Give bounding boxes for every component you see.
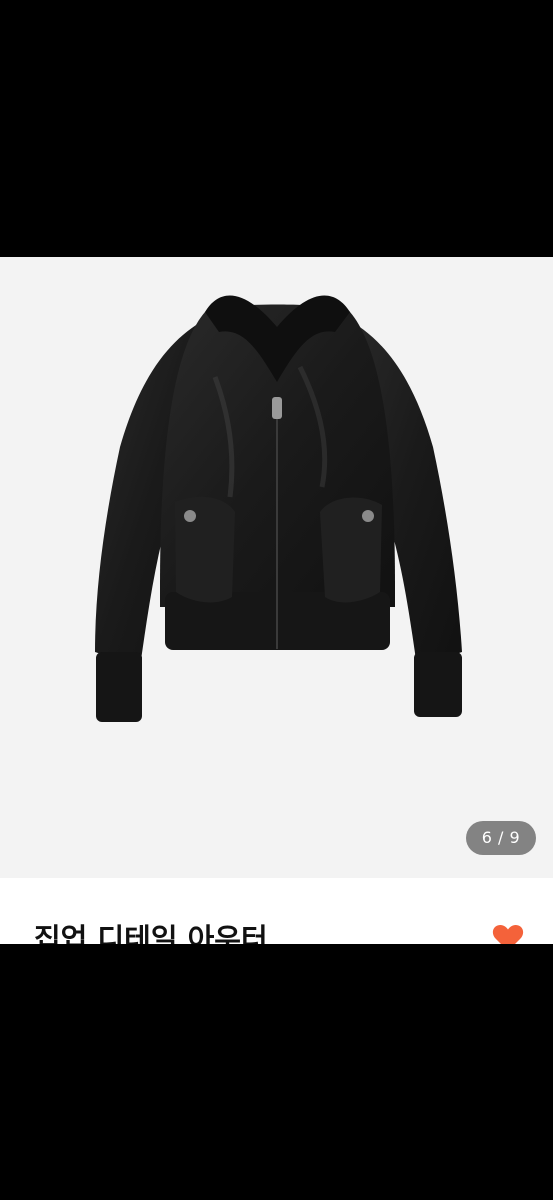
product-image — [95, 295, 462, 722]
product-info: 집업 디테일 아우터 — [0, 878, 553, 944]
bottom-black-bar — [0, 944, 553, 1200]
top-black-bar — [0, 0, 553, 257]
image-counter: 6 / 9 — [466, 821, 536, 855]
product-image-gallery[interactable] — [0, 257, 553, 878]
product-title: 집업 디테일 아우터 — [34, 922, 268, 944]
heart-icon[interactable] — [491, 920, 525, 944]
